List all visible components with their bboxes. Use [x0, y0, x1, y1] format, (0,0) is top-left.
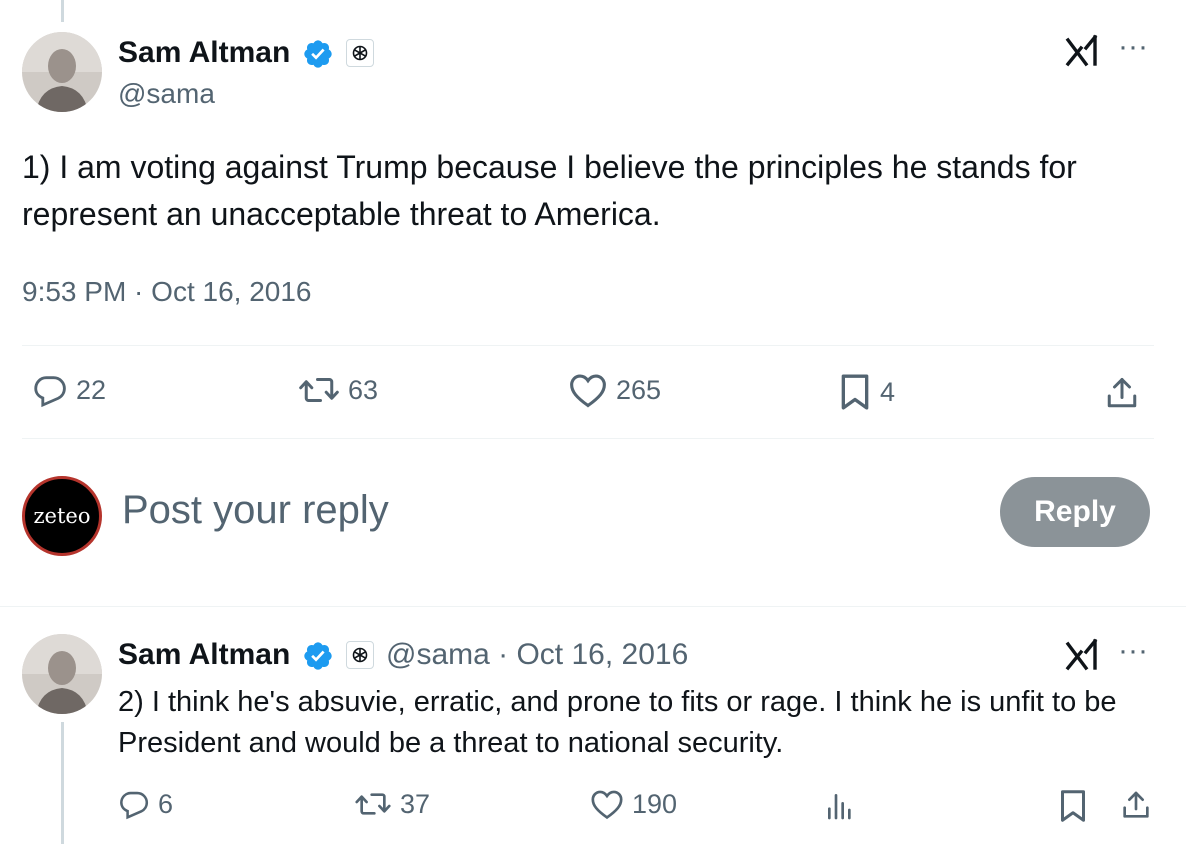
reply-repost-count: 37: [400, 788, 431, 819]
reply-repost-action[interactable]: 37: [354, 788, 430, 820]
reply-button[interactable]: Reply: [1000, 477, 1150, 547]
bookmark-icon: [838, 372, 872, 412]
reply-handle-date[interactable]: @sama · Oct 16, 2016: [386, 638, 688, 672]
reply-icon: [32, 372, 68, 408]
reply-post-text: 2) I think he's absuvie, erratic, and pr…: [118, 686, 1117, 759]
reply-openai-org-badge-icon[interactable]: [346, 641, 374, 669]
reply-icon: [118, 788, 150, 820]
post-text: 1) I am voting against Trump because I b…: [22, 149, 1077, 232]
share-icon: [1104, 374, 1140, 412]
reply-bookmark-action[interactable]: [1058, 788, 1088, 824]
more-icon[interactable]: ···: [1118, 32, 1148, 62]
reply-count: 22: [76, 374, 107, 405]
reply-verified-badge-icon: [302, 640, 334, 677]
like-count: 265: [616, 374, 662, 405]
openai-org-badge-icon[interactable]: [346, 39, 374, 67]
reply-share-action[interactable]: [1120, 788, 1152, 822]
divider-top: [22, 345, 1154, 346]
divider-middle: [22, 438, 1154, 439]
reply-author-name[interactable]: Sam Altman: [118, 638, 290, 672]
reply-action[interactable]: 22: [32, 372, 106, 408]
like-icon: [568, 372, 608, 408]
author-handle[interactable]: @sama: [118, 78, 215, 110]
repost-icon: [354, 788, 392, 820]
thread-line-top: [61, 0, 64, 22]
bookmark-action[interactable]: 4: [838, 372, 895, 412]
like-icon: [590, 788, 624, 820]
post-timestamp[interactable]: 9:53 PM · Oct 16, 2016: [22, 276, 312, 308]
reply-more-icon[interactable]: ···: [1118, 636, 1148, 666]
reply-reply-action[interactable]: 6: [118, 788, 173, 820]
repost-action[interactable]: 63: [298, 372, 378, 408]
reply-like-count: 190: [632, 788, 678, 819]
author-name[interactable]: Sam Altman: [118, 36, 290, 70]
like-action[interactable]: 265: [568, 372, 661, 408]
composer-avatar[interactable]: zeteo: [22, 476, 102, 556]
reply-like-action[interactable]: 190: [590, 788, 677, 820]
reply-input[interactable]: Post your reply: [122, 488, 389, 533]
views-action[interactable]: [824, 790, 856, 822]
share-icon: [1120, 788, 1152, 822]
grok-icon[interactable]: [1064, 34, 1100, 73]
repost-count: 63: [348, 374, 379, 405]
share-action[interactable]: [1104, 374, 1140, 412]
author-avatar[interactable]: [22, 32, 102, 112]
repost-icon: [298, 372, 340, 408]
reply-reply-count: 6: [158, 788, 174, 819]
composer-avatar-text: zeteo: [33, 504, 91, 528]
views-icon: [824, 790, 856, 822]
bookmark-icon: [1058, 788, 1088, 824]
divider-bottom: [0, 606, 1186, 607]
reply-author-avatar[interactable]: [22, 634, 102, 714]
verified-badge-icon: [302, 38, 334, 75]
reply-grok-icon[interactable]: [1064, 638, 1100, 677]
bookmark-count: 4: [880, 376, 896, 407]
thread-line-bottom: [61, 722, 64, 844]
